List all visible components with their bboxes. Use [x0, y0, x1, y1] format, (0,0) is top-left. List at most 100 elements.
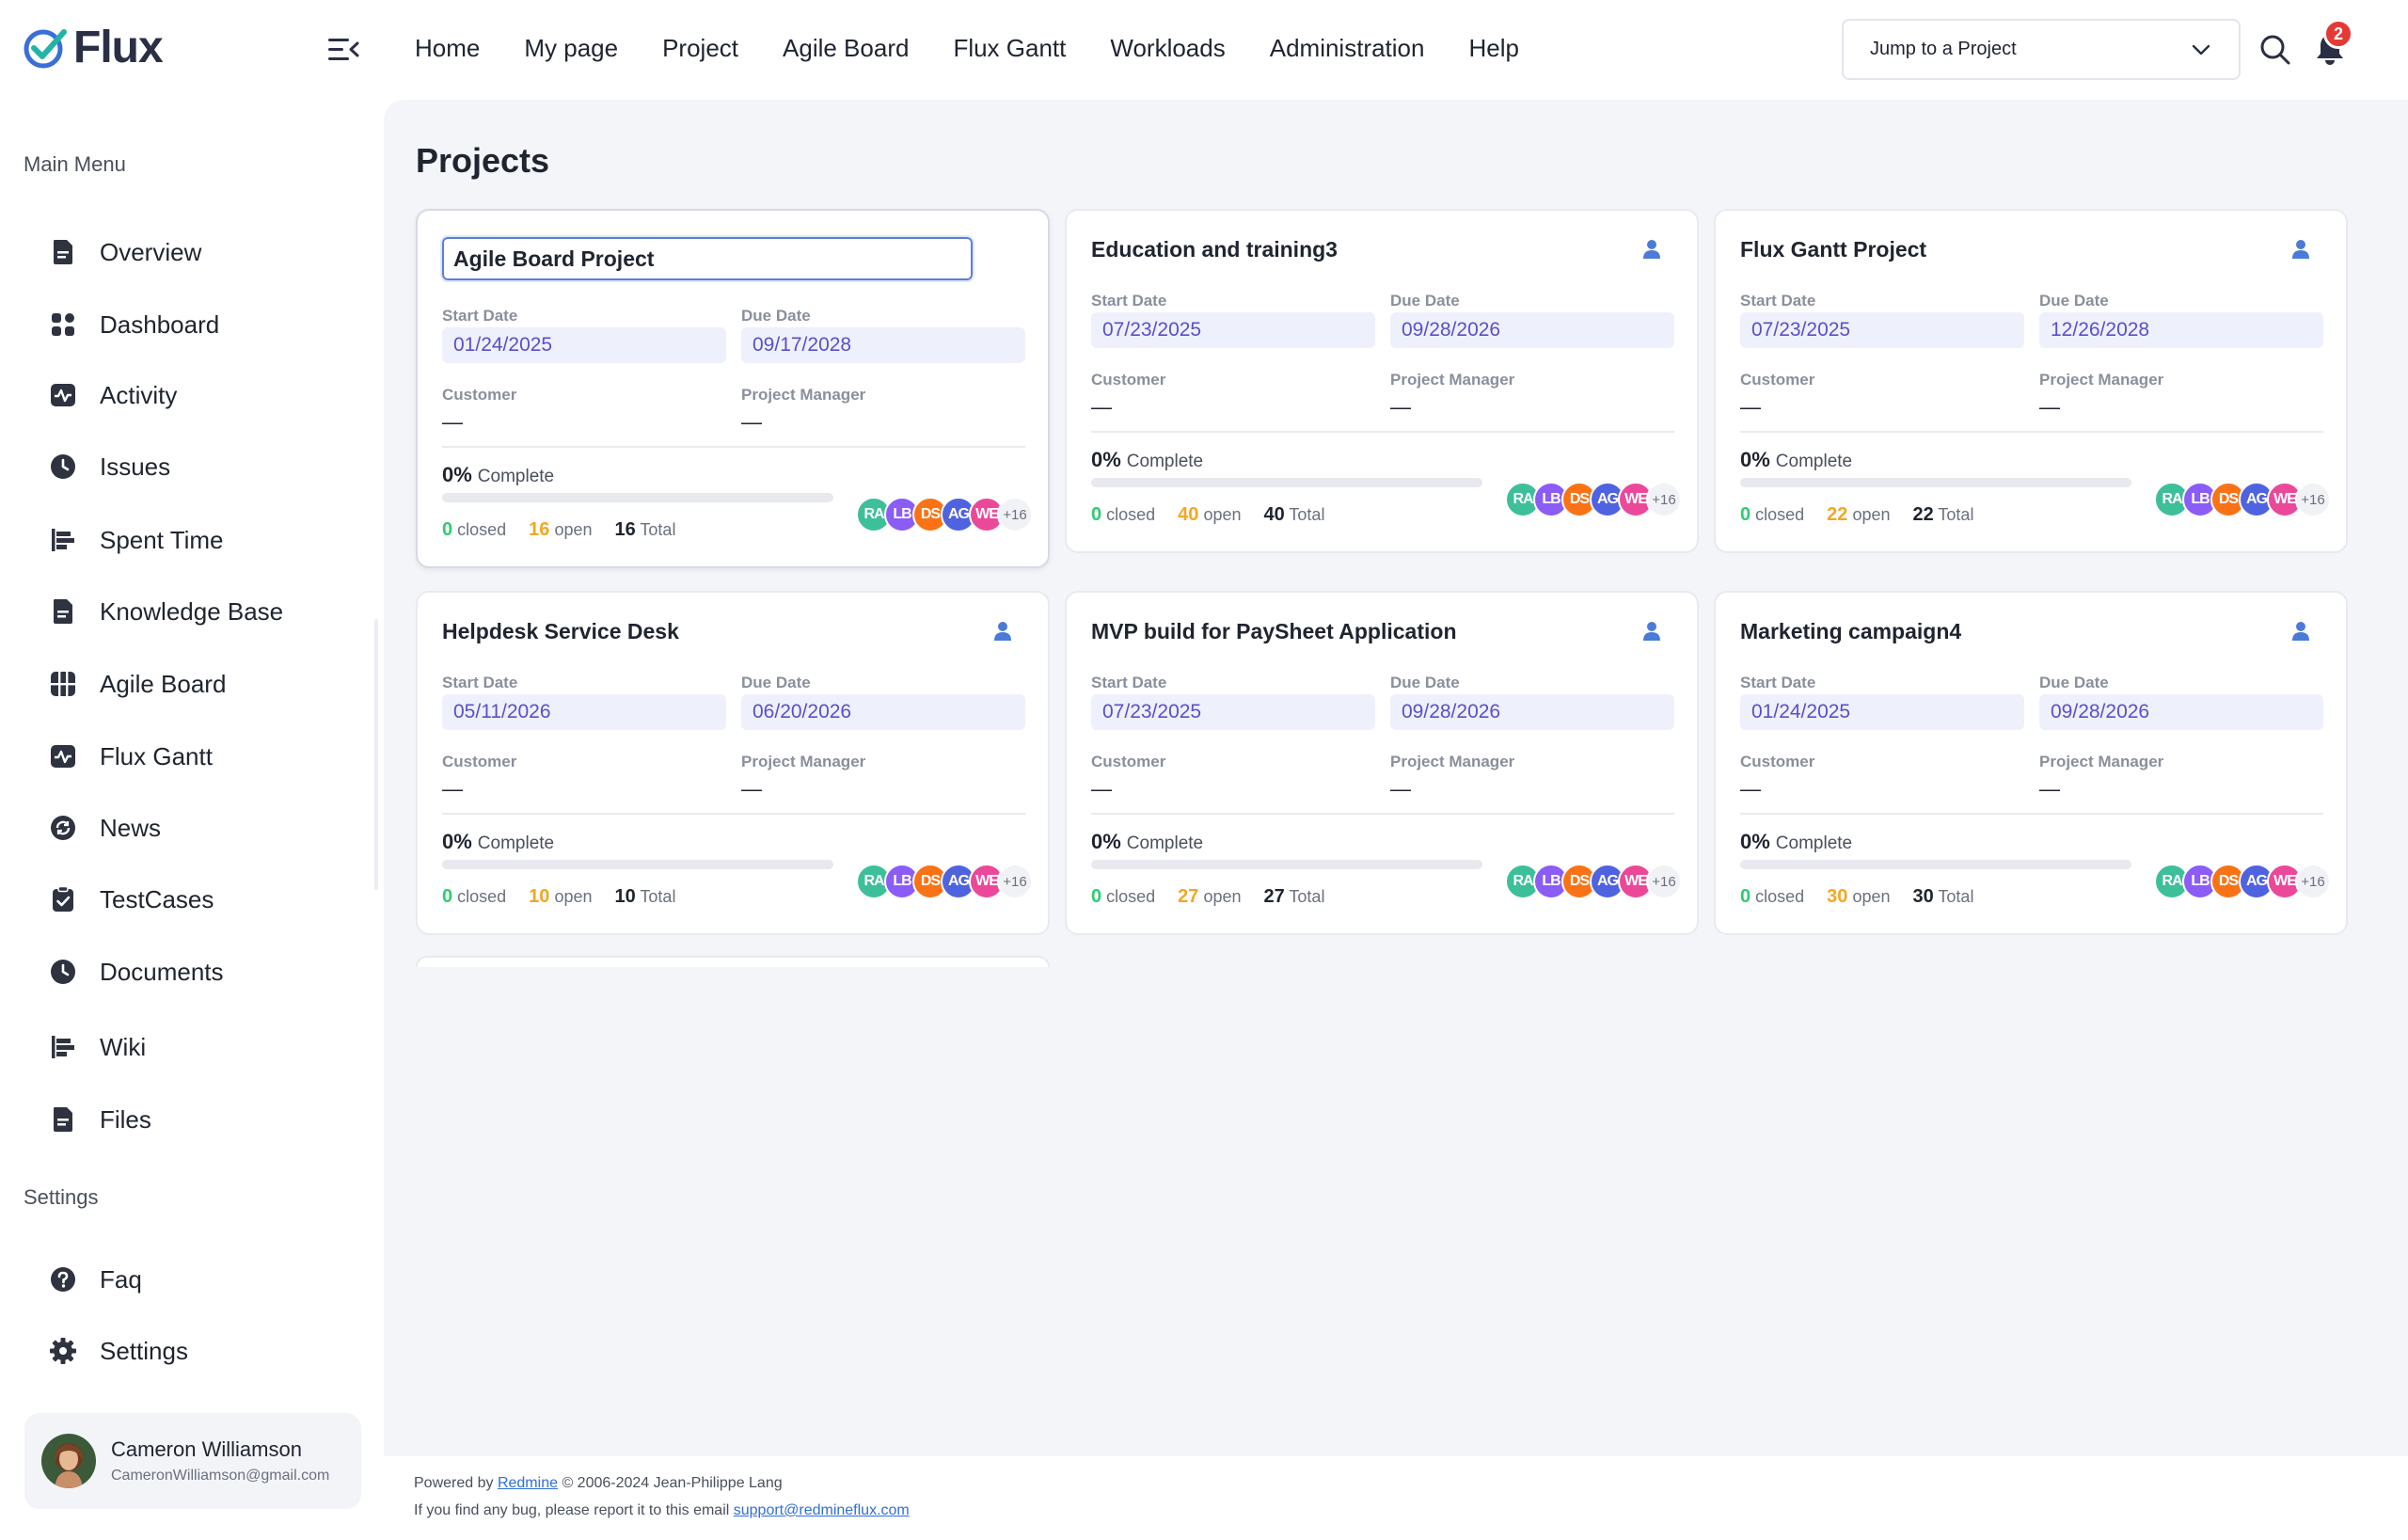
nav-project[interactable]: Project [662, 34, 738, 63]
total-count[interactable]: 30 [1912, 886, 1933, 907]
start-date-field[interactable]: 01/24/2025 [1740, 694, 2024, 730]
total-count[interactable]: 40 [1263, 504, 1284, 525]
card-divider [442, 813, 1025, 815]
project-name[interactable]: Helpdesk Service Desk [442, 619, 679, 644]
open-count[interactable]: 27 [1178, 886, 1198, 907]
sidebar-item-overview[interactable]: Overview [49, 231, 359, 273]
closed-label: closed [457, 887, 507, 906]
due-date-field[interactable]: 09/28/2026 [2039, 694, 2323, 730]
due-date-field[interactable]: 09/28/2026 [1390, 694, 1674, 730]
due-date-field[interactable]: 06/20/2026 [741, 694, 1025, 730]
due-date-field[interactable]: 09/28/2026 [1390, 312, 1674, 348]
user-icon[interactable] [2291, 621, 2310, 642]
project-manager-value: — [1390, 777, 1411, 801]
closed-count[interactable]: 0 [1740, 886, 1751, 907]
project-name[interactable]: MVP build for PaySheet Application [1091, 619, 1457, 644]
open-count[interactable]: 10 [529, 886, 549, 907]
sidebar-item-activity[interactable]: Activity [49, 374, 359, 416]
open-count[interactable]: 40 [1178, 504, 1198, 525]
nav-administration[interactable]: Administration [1270, 34, 1425, 63]
user-icon[interactable] [1642, 621, 1661, 642]
nav-help[interactable]: Help [1468, 34, 1518, 63]
jump-to-project-select[interactable]: Jump to a Project [1842, 19, 2241, 80]
sidebar-item-agile-board[interactable]: Agile Board [49, 663, 359, 705]
page-title: Projects [416, 141, 550, 180]
nav-home[interactable]: Home [415, 34, 480, 63]
sidebar-item-files[interactable]: Files [49, 1099, 359, 1140]
project-card[interactable]: Start Date Due Date 01/24/2025 09/17/2028 Cu… [416, 209, 1050, 568]
sidebar-item-issues[interactable]: Issues [49, 446, 359, 487]
due-date-label: Due Date [2039, 674, 2109, 691]
project-name[interactable]: Marketing campaign4 [1740, 619, 1961, 644]
collapse-menu-icon[interactable] [327, 36, 359, 64]
project-card[interactable]: Education and training3 Start Date Due Dat… [1065, 209, 1699, 553]
sidebar-item-news[interactable]: News [49, 807, 359, 849]
bug-prefix: If you find any bug, please report it to… [414, 1502, 730, 1518]
nav-agile-board[interactable]: Agile Board [783, 34, 909, 63]
sidebar-item-faq[interactable]: Faq [49, 1259, 359, 1300]
sidebar-item-settings[interactable]: Settings [49, 1330, 359, 1372]
nav-workloads[interactable]: Workloads [1110, 34, 1225, 63]
sidebar-item-spent-time[interactable]: Spent Time [49, 519, 359, 561]
nav-flux-gantt[interactable]: Flux Gantt [953, 34, 1066, 63]
search-icon[interactable] [2259, 34, 2291, 66]
start-date-field[interactable]: 05/11/2026 [442, 694, 726, 730]
user-profile-card[interactable]: Cameron Williamson CameronWilliamson@gma… [24, 1413, 361, 1509]
more-members-badge[interactable]: +16 [1646, 864, 1682, 899]
sidebar-item-knowledge-base[interactable]: Knowledge Base [49, 591, 359, 632]
redmine-link[interactable]: Redmine [498, 1475, 558, 1491]
more-members-badge[interactable]: +16 [997, 864, 1033, 899]
project-name-input[interactable] [440, 235, 974, 282]
check-logo-icon [24, 29, 67, 69]
question-icon [51, 1267, 75, 1292]
member-avatars: RA LB DS AG WE +16 [2154, 864, 2331, 901]
sidebar-item-documents[interactable]: Documents [49, 951, 359, 992]
more-members-badge[interactable]: +16 [2295, 864, 2331, 899]
more-members-badge[interactable]: +16 [1646, 482, 1682, 517]
clipboard-icon [53, 885, 73, 912]
sidebar-item-dashboard[interactable]: Dashboard [49, 304, 359, 345]
total-count[interactable]: 10 [614, 886, 635, 907]
closed-count[interactable]: 0 [1740, 504, 1751, 525]
project-card[interactable]: Flux Gantt Project Start Date Due Date 07/2… [1714, 209, 2348, 553]
project-card[interactable]: Marketing campaign4 Start Date Due Date 01/… [1714, 591, 2348, 935]
start-date-field[interactable]: 07/23/2025 [1091, 312, 1375, 348]
more-members-badge[interactable]: +16 [997, 497, 1033, 532]
sidebar-scrollbar[interactable] [374, 619, 378, 890]
project-name[interactable]: Flux Gantt Project [1740, 237, 1926, 262]
total-count[interactable]: 27 [1263, 886, 1284, 907]
total-count[interactable]: 16 [614, 519, 635, 540]
user-icon[interactable] [993, 621, 1012, 642]
closed-count[interactable]: 0 [1091, 504, 1101, 525]
percent-value: 0% [1740, 830, 1770, 853]
brand-logo[interactable]: Flux [23, 21, 164, 73]
completion-percent: 0% Complete [1091, 448, 1203, 472]
open-count[interactable]: 16 [529, 519, 549, 540]
start-date-field[interactable]: 07/23/2025 [1091, 694, 1375, 730]
due-date-field[interactable]: 09/17/2028 [741, 327, 1025, 363]
due-date-field[interactable]: 12/26/2028 [2039, 312, 2323, 348]
main-content: Projects Start Date Due Date 01/24/2025 09/… [384, 100, 2408, 1456]
closed-count[interactable]: 0 [1091, 886, 1101, 907]
project-manager-label: Project Manager [741, 753, 866, 770]
start-date-field[interactable]: 01/24/2025 [442, 327, 726, 363]
sidebar-item-flux-gantt[interactable]: Flux Gantt [49, 736, 359, 777]
total-label: Total [640, 887, 676, 906]
project-card[interactable]: Helpdesk Service Desk Start Date Due Date 0… [416, 591, 1050, 935]
nav-my-page[interactable]: My page [524, 34, 618, 63]
closed-count[interactable]: 0 [442, 519, 452, 540]
open-count[interactable]: 22 [1827, 504, 1847, 525]
project-name[interactable]: Education and training3 [1091, 237, 1338, 262]
project-card[interactable]: MVP build for PaySheet Application Start … [1065, 591, 1699, 935]
user-icon[interactable] [2291, 239, 2310, 260]
support-email-link[interactable]: support@redmineflux.com [734, 1502, 910, 1518]
closed-count[interactable]: 0 [442, 886, 452, 907]
sidebar-item-testcases[interactable]: TestCases [49, 879, 359, 920]
user-icon[interactable] [1642, 239, 1661, 260]
start-date-field[interactable]: 07/23/2025 [1740, 312, 2024, 348]
bars-icon [52, 1036, 74, 1058]
more-members-badge[interactable]: +16 [2295, 482, 2331, 517]
open-count[interactable]: 30 [1827, 886, 1847, 907]
total-count[interactable]: 22 [1912, 504, 1933, 525]
sidebar-item-wiki[interactable]: Wiki [49, 1026, 359, 1068]
